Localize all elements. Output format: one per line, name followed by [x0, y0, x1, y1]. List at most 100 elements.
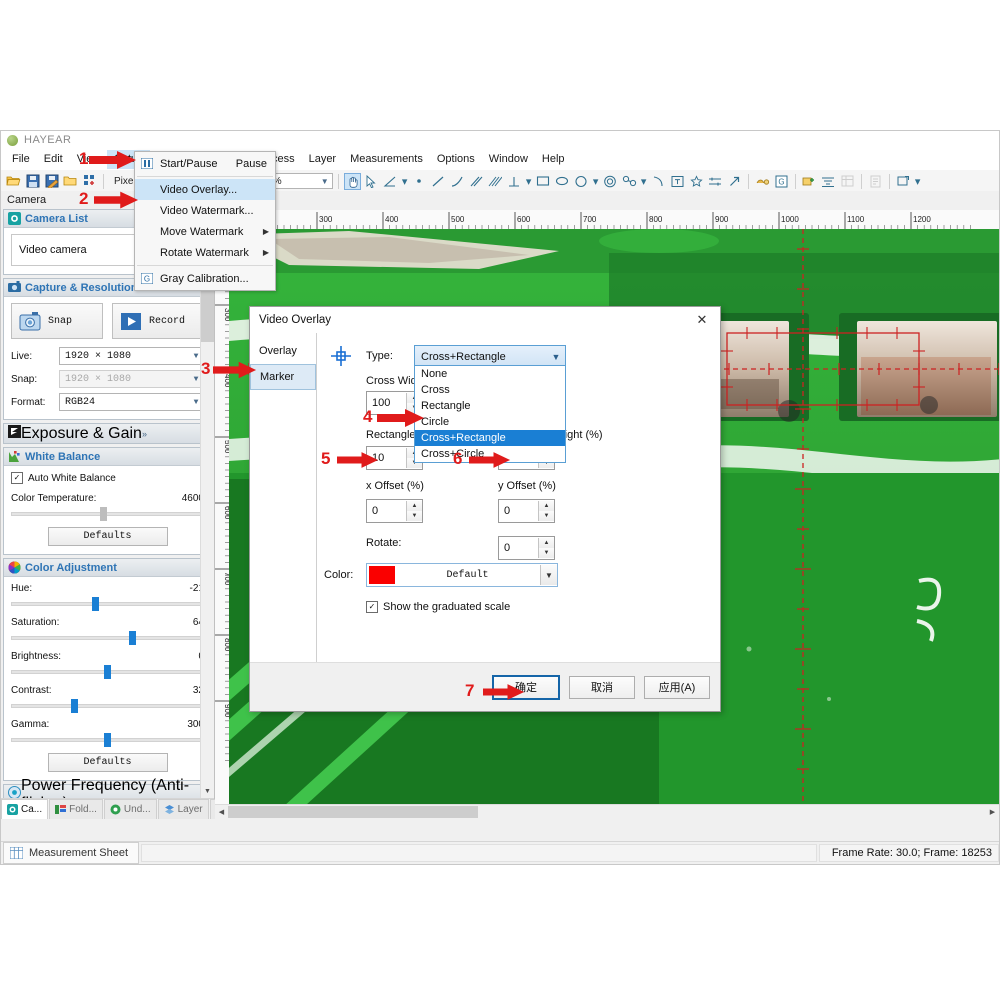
- menu-layer[interactable]: Layer: [302, 150, 344, 169]
- type-option-cross-rectangle[interactable]: Cross+Rectangle: [415, 430, 565, 446]
- color-swatch[interactable]: [369, 566, 395, 584]
- spinner-up-icon-5[interactable]: ▲: [539, 501, 554, 511]
- ellipse-icon[interactable]: [554, 173, 571, 190]
- chevron-down-icon-3[interactable]: ▾: [592, 173, 600, 190]
- concentric-circle-icon[interactable]: [602, 173, 619, 190]
- x-offset-spinner[interactable]: 0 ▲▼: [366, 499, 423, 523]
- polyline-icon[interactable]: [449, 173, 466, 190]
- select-arrow-icon[interactable]: [363, 173, 380, 190]
- group-power-frequency-header[interactable]: Power Frequency (Anti-flicker) »: [3, 784, 212, 798]
- saturation-slider[interactable]: [11, 631, 204, 645]
- gamma-slider[interactable]: [11, 733, 204, 747]
- live-resolution-combo[interactable]: 1920 × 1080 ▼: [59, 347, 204, 365]
- table-icon[interactable]: [839, 173, 856, 190]
- menu-item-start-pause[interactable]: Start/Pause Pause: [135, 153, 275, 174]
- menu-measurements[interactable]: Measurements: [343, 150, 430, 169]
- scalebar-icon[interactable]: [707, 173, 724, 190]
- chevron-down-icon-expo[interactable]: »: [142, 429, 147, 439]
- type-option-none[interactable]: None: [415, 366, 565, 382]
- sidebar-tab-camera[interactable]: Ca...: [1, 799, 48, 819]
- format-combo[interactable]: RGB24 ▼: [59, 393, 204, 411]
- scroll-left-icon[interactable]: ◀: [215, 806, 228, 819]
- color-adjustment-defaults-button[interactable]: Defaults: [48, 753, 168, 772]
- snap-button[interactable]: Snap: [11, 303, 103, 339]
- dialog-apply-button[interactable]: 应用(A): [644, 676, 710, 699]
- menu-options[interactable]: Options: [430, 150, 482, 169]
- group-white-balance-header[interactable]: White Balance «: [4, 448, 211, 466]
- menu-item-gray-calibration[interactable]: G Gray Calibration...: [135, 268, 275, 289]
- sidebar-tab-layer[interactable]: Layer: [158, 799, 209, 819]
- color-select[interactable]: Default ▼: [366, 563, 558, 587]
- circle-icon[interactable]: [573, 173, 590, 190]
- sidebar-tab-undo[interactable]: Und...: [104, 799, 157, 819]
- chevron-down-icon-color[interactable]: ▼: [540, 565, 557, 585]
- y-offset-spinner[interactable]: 0 ▲▼: [498, 499, 555, 523]
- arc-icon[interactable]: [650, 173, 667, 190]
- canvas-horizontal-scrollbar[interactable]: ◀ ▶: [215, 804, 999, 819]
- menu-edit[interactable]: Edit: [37, 150, 70, 169]
- spinner-arrows-6[interactable]: ▲▼: [538, 538, 554, 558]
- multi-parallel-icon[interactable]: [487, 173, 504, 190]
- spinner-arrows-5[interactable]: ▲▼: [538, 501, 554, 521]
- type-dropdown-list[interactable]: None Cross Rectangle Circle Cross+Rectan…: [414, 365, 566, 463]
- perpendicular-icon[interactable]: [506, 173, 523, 190]
- hue-slider[interactable]: [11, 597, 204, 611]
- chevron-down-icon[interactable]: ▼: [318, 174, 332, 188]
- auto-white-balance-row[interactable]: ✓ Auto White Balance: [11, 472, 204, 484]
- menu-item-move-watermark[interactable]: Move Watermark ▶: [135, 221, 275, 242]
- color-temperature-slider[interactable]: [11, 507, 204, 521]
- slider-thumb[interactable]: [129, 631, 136, 645]
- auto-white-balance-checkbox[interactable]: ✓: [11, 472, 23, 484]
- dialog-nav-marker[interactable]: Marker: [250, 364, 316, 390]
- menu-file[interactable]: File: [5, 150, 37, 169]
- text-icon[interactable]: [669, 173, 686, 190]
- close-icon[interactable]: ✕: [690, 309, 714, 331]
- type-option-circle[interactable]: Circle: [415, 414, 565, 430]
- star-icon[interactable]: [688, 173, 705, 190]
- rectangle-icon[interactable]: [535, 173, 552, 190]
- chevron-down-icon[interactable]: ▾: [401, 173, 409, 190]
- slider-thumb[interactable]: [104, 733, 111, 747]
- pan-hand-icon[interactable]: [344, 173, 361, 190]
- hscrollbar-thumb[interactable]: [228, 806, 478, 818]
- angle-icon[interactable]: [382, 173, 399, 190]
- slider-thumb[interactable]: [104, 665, 111, 679]
- spinner-up-icon-4[interactable]: ▲: [407, 501, 422, 511]
- spinner-down-icon-6[interactable]: ▼: [539, 548, 554, 558]
- slider-thumb[interactable]: [92, 597, 99, 611]
- sidebar-scrollbar[interactable]: ▲ ▼: [200, 209, 214, 798]
- slider-thumb[interactable]: [100, 507, 107, 521]
- g-calibration-icon[interactable]: G: [773, 173, 790, 190]
- point-icon[interactable]: [411, 173, 428, 190]
- menu-item-rotate-watermark[interactable]: Rotate Watermark ▶: [135, 242, 275, 263]
- white-balance-defaults-button[interactable]: Defaults: [48, 527, 168, 546]
- line-icon[interactable]: [430, 173, 447, 190]
- parallel-icon[interactable]: [468, 173, 485, 190]
- contrast-slider[interactable]: [11, 699, 204, 713]
- type-option-cross[interactable]: Cross: [415, 382, 565, 398]
- grid-add-icon[interactable]: [81, 173, 98, 190]
- dialog-cancel-button[interactable]: 取消: [569, 676, 635, 699]
- menu-help[interactable]: Help: [535, 150, 572, 169]
- spinner-down-icon-4[interactable]: ▼: [407, 511, 422, 521]
- chevron-down-icon-5[interactable]: ▾: [914, 173, 922, 190]
- chain-icon[interactable]: [621, 173, 638, 190]
- export-icon[interactable]: [867, 173, 884, 190]
- scroll-right-icon[interactable]: ▶: [986, 806, 999, 819]
- dimension-icon[interactable]: [754, 173, 771, 190]
- align-icon[interactable]: [820, 173, 837, 190]
- menu-item-video-overlay[interactable]: Video Overlay...: [135, 179, 275, 200]
- zoom-combo[interactable]: % ▼: [269, 173, 333, 189]
- spinner-down-icon-5[interactable]: ▼: [539, 511, 554, 521]
- graduated-scale-row[interactable]: ✓ Show the graduated scale: [366, 601, 510, 613]
- save-icon[interactable]: [24, 173, 41, 190]
- chevron-down-icon-2[interactable]: ▾: [525, 173, 533, 190]
- chevron-down-icon-4[interactable]: ▾: [640, 173, 648, 190]
- group-exposure-gain-header[interactable]: Exposure & Gain »: [3, 423, 212, 444]
- scroll-down-icon[interactable]: ▼: [201, 785, 214, 798]
- graduated-scale-checkbox[interactable]: ✓: [366, 601, 378, 613]
- save-as-icon[interactable]: [43, 173, 60, 190]
- record-button[interactable]: Record: [112, 303, 204, 339]
- brightness-slider[interactable]: [11, 665, 204, 679]
- sidebar-tab-folder[interactable]: Fold...: [49, 799, 103, 819]
